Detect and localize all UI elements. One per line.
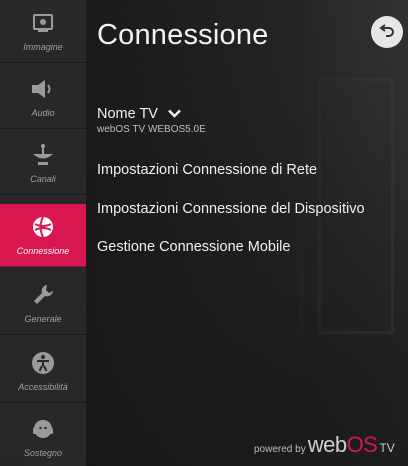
sidebar-item-label: Generale — [24, 314, 62, 324]
tv-name-value: webOS TV WEBOS5.0E — [97, 124, 206, 135]
picture-icon — [30, 10, 56, 36]
sidebar: Immagine Audio Canali Connessione Genera… — [0, 0, 86, 466]
accessibility-icon — [30, 350, 56, 376]
satellite-dish-icon — [30, 142, 56, 168]
menu-item-network-connection-settings[interactable]: Impostazioni Connessione di Rete — [97, 162, 317, 178]
support-icon — [30, 416, 56, 442]
globe-network-icon — [30, 214, 56, 240]
back-arrow-icon — [379, 23, 395, 42]
settings-panel — [86, 0, 408, 466]
sidebar-item-label: Audio — [31, 108, 55, 118]
tv-name-label: Nome TV — [97, 106, 158, 122]
sidebar-item-label: Connessione — [16, 246, 70, 256]
back-button[interactable] — [371, 16, 403, 48]
speaker-icon — [30, 76, 56, 102]
sidebar-item-canali[interactable]: Canali — [0, 132, 86, 195]
sidebar-item-label: Sostegno — [23, 448, 63, 458]
sidebar-item-label: Immagine — [23, 42, 63, 52]
sidebar-item-sostegno[interactable]: Sostegno — [0, 408, 86, 466]
menu-item-mobile-connection-management[interactable]: Gestione Connessione Mobile — [97, 239, 290, 255]
webos-tv-text: TV — [379, 441, 395, 455]
sidebar-item-immagine[interactable]: Immagine — [0, 0, 86, 63]
sidebar-item-label: Accessibilità — [18, 382, 68, 392]
powered-by-webos-logo: powered by webOS TV — [254, 432, 395, 460]
tv-name-dropdown[interactable]: Nome TV — [97, 106, 181, 122]
sidebar-item-audio[interactable]: Audio — [0, 66, 86, 129]
chevron-down-icon — [168, 106, 181, 122]
webos-brand: webOS — [307, 432, 378, 457]
page-title: Connessione — [97, 19, 269, 51]
menu-item-device-connection-settings[interactable]: Impostazioni Connessione del Dispositivo — [97, 201, 365, 217]
sidebar-item-label: Canali — [30, 174, 56, 184]
sidebar-item-generale[interactable]: Generale — [0, 272, 86, 335]
sidebar-item-connessione[interactable]: Connessione — [0, 204, 86, 267]
wrench-icon — [30, 282, 56, 308]
sidebar-item-accessibilita[interactable]: Accessibilità — [0, 340, 86, 403]
powered-by-text: powered by — [254, 444, 306, 455]
